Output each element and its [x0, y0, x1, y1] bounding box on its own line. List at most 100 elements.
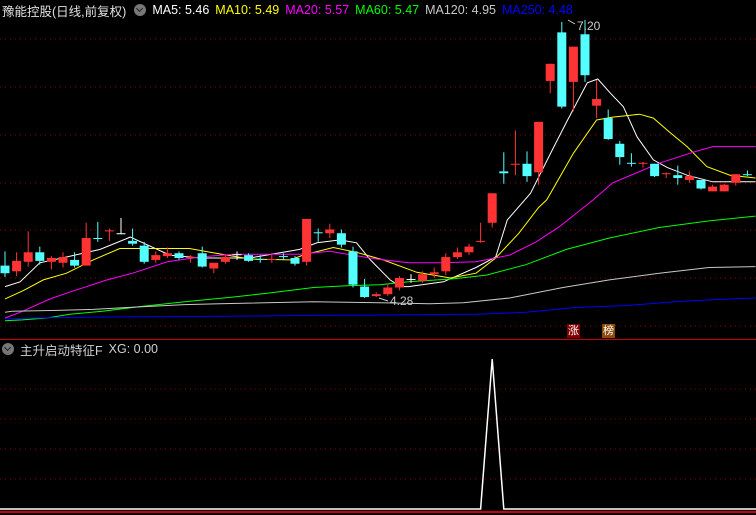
- candle[interactable]: [23, 231, 33, 267]
- indicator-title[interactable]: 主升启动特征F: [20, 340, 103, 359]
- candle[interactable]: [174, 251, 184, 260]
- candle[interactable]: [626, 153, 636, 167]
- indicator-value: XG: 0.00: [108, 342, 158, 356]
- low-price-label: 4.28: [390, 294, 414, 308]
- candle-body: [371, 294, 381, 297]
- ma120-line: [4, 266, 756, 313]
- candle[interactable]: [104, 228, 114, 241]
- candle[interactable]: [151, 251, 161, 263]
- candle[interactable]: [58, 252, 68, 268]
- candle-body: [510, 163, 520, 165]
- candle[interactable]: [93, 221, 103, 242]
- candle-body: [325, 229, 335, 234]
- candle-body: [592, 99, 602, 106]
- candle-body: [302, 218, 312, 262]
- candle[interactable]: [684, 171, 694, 183]
- candle[interactable]: [336, 229, 346, 248]
- candle-body: [545, 63, 555, 81]
- high-price-label: 7.20: [577, 19, 601, 33]
- candle[interactable]: [325, 223, 335, 239]
- chevron-down-icon[interactable]: [2, 343, 14, 355]
- candle[interactable]: [742, 170, 752, 177]
- candle[interactable]: [731, 174, 741, 186]
- candle[interactable]: [371, 292, 381, 298]
- candle-body: [487, 193, 497, 223]
- candle[interactable]: [638, 161, 648, 168]
- candle[interactable]: [116, 218, 126, 235]
- candle-body: [696, 179, 706, 189]
- candle[interactable]: [81, 222, 91, 266]
- candle[interactable]: [197, 246, 207, 268]
- candle[interactable]: [545, 63, 555, 94]
- candle-body: [568, 46, 578, 82]
- candle[interactable]: [534, 121, 544, 185]
- candle-body: [742, 174, 752, 176]
- candle-body: [522, 163, 532, 177]
- candle-body: [186, 257, 196, 259]
- candle-body: [684, 176, 694, 180]
- candle-body: [418, 274, 428, 281]
- candle[interactable]: [452, 247, 462, 259]
- candle[interactable]: [499, 152, 509, 184]
- candle-body: [139, 245, 149, 262]
- candle[interactable]: [708, 184, 718, 192]
- candle[interactable]: [290, 256, 300, 266]
- ma20-line: [4, 146, 756, 319]
- candle-body: [116, 233, 126, 235]
- candle-body: [244, 255, 254, 261]
- candle-body: [81, 238, 91, 266]
- candle-body: [174, 253, 184, 258]
- candle-body: [661, 173, 671, 175]
- candle[interactable]: [615, 140, 625, 165]
- candle[interactable]: [476, 222, 486, 243]
- candle-body: [580, 34, 590, 76]
- candle[interactable]: [696, 179, 706, 190]
- ranking-badge[interactable]: 榜: [602, 324, 615, 338]
- ma60-line: [4, 215, 756, 322]
- candle-body: [0, 265, 10, 274]
- candle-body: [12, 260, 22, 272]
- candle-body: [58, 257, 68, 263]
- indicator-header: 主升启动特征F XG: 0.00: [2, 340, 158, 358]
- candle[interactable]: [220, 255, 230, 264]
- candle[interactable]: [673, 165, 683, 185]
- candle-body: [104, 230, 114, 232]
- candle[interactable]: [232, 251, 242, 260]
- candle[interactable]: [464, 243, 474, 256]
- candle-body: [673, 175, 683, 179]
- candle-body: [267, 258, 277, 260]
- candle-body: [534, 121, 544, 173]
- candle-body: [220, 257, 230, 262]
- candle[interactable]: [568, 46, 578, 112]
- candle[interactable]: [302, 218, 312, 266]
- candle[interactable]: [522, 151, 532, 182]
- candle[interactable]: [429, 267, 439, 278]
- candle[interactable]: [394, 276, 404, 291]
- candle[interactable]: [557, 21, 567, 109]
- candle[interactable]: [441, 253, 451, 276]
- candle[interactable]: [510, 130, 520, 176]
- candle[interactable]: [592, 79, 602, 119]
- candle-body: [476, 240, 486, 242]
- candle[interactable]: [603, 109, 613, 140]
- candlestick-chart[interactable]: 7.20 4.28: [0, 0, 756, 515]
- candle[interactable]: [209, 262, 219, 274]
- candle[interactable]: [0, 251, 10, 278]
- candle[interactable]: [360, 278, 370, 298]
- candle[interactable]: [661, 172, 671, 179]
- candle[interactable]: [46, 256, 56, 270]
- candle-body: [290, 258, 300, 264]
- candle[interactable]: [650, 163, 660, 178]
- candle[interactable]: [487, 193, 497, 228]
- candle-body: [452, 252, 462, 258]
- candle-body: [348, 251, 358, 285]
- candle-body: [232, 254, 242, 256]
- limit-up-badge[interactable]: 涨: [567, 324, 580, 338]
- candle[interactable]: [719, 183, 729, 192]
- candle-body: [128, 240, 138, 244]
- candle-body: [626, 162, 636, 164]
- candle[interactable]: [348, 246, 358, 288]
- candle[interactable]: [12, 252, 22, 277]
- candle-body: [464, 246, 474, 253]
- candle-body: [708, 186, 718, 192]
